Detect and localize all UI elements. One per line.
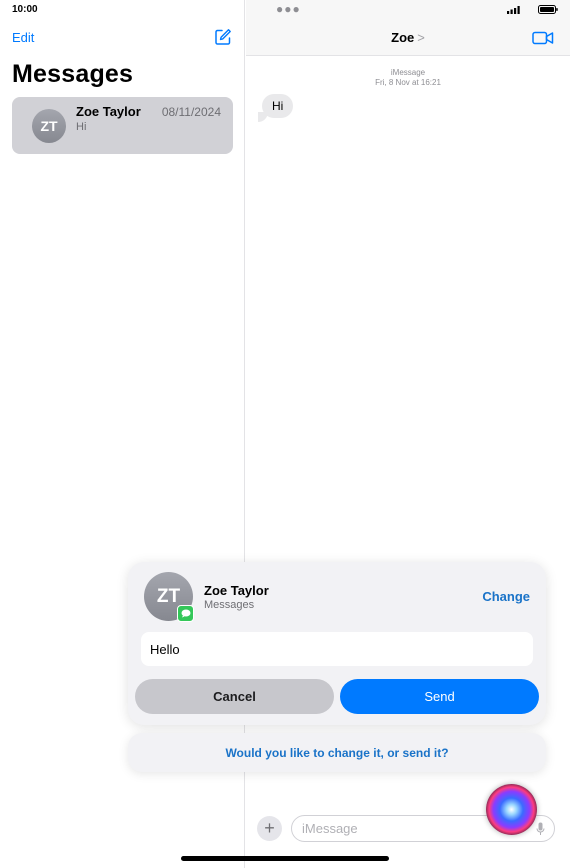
message-input-placeholder: iMessage: [302, 821, 358, 836]
conversation-preview: Hi: [76, 121, 87, 133]
message-service-label: iMessage: [390, 68, 426, 77]
siri-message-card: ZT Zoe Taylor Messages Change Hello Canc…: [128, 562, 546, 725]
siri-prompt: Would you like to change it, or send it?: [128, 733, 546, 772]
incoming-message-bubble[interactable]: Hi: [262, 94, 294, 118]
home-indicator[interactable]: [181, 856, 389, 861]
cancel-button[interactable]: Cancel: [135, 679, 334, 714]
status-time: 10:00: [12, 4, 38, 15]
recipient-name: Zoe Taylor: [204, 583, 269, 598]
chevron-right-icon: >: [417, 30, 425, 45]
plus-icon: +: [264, 818, 275, 838]
video-call-icon[interactable]: [532, 30, 554, 46]
siri-orb-icon[interactable]: [486, 784, 537, 835]
battery-icon: [538, 5, 558, 14]
conversation-name: Zoe Taylor: [76, 104, 141, 119]
add-attachment-button[interactable]: +: [257, 816, 282, 841]
conversation-date: 08/11/2024: [161, 105, 221, 119]
compose-icon[interactable]: [214, 28, 232, 46]
message-preview-field[interactable]: Hello: [141, 632, 533, 666]
app-name: Messages: [204, 599, 255, 611]
message-timestamp: Fri, 8 Nov at 16:21: [375, 78, 441, 87]
contact-name: Zoe: [391, 30, 415, 45]
signal-icon: [507, 6, 520, 14]
send-button[interactable]: Send: [340, 679, 539, 714]
chat-bubble-icon: [181, 609, 190, 618]
avatar: ZT: [32, 109, 66, 143]
edit-button[interactable]: Edit: [12, 30, 34, 45]
messages-app-icon: [177, 605, 194, 622]
page-title: Messages: [12, 60, 134, 88]
contact-title[interactable]: Zoe >: [246, 30, 570, 45]
multitasking-dots-icon[interactable]: ●●●: [276, 2, 301, 16]
change-recipient-button[interactable]: Change: [482, 589, 530, 604]
conversation-row[interactable]: ZT Zoe Taylor 08/11/2024 Hi: [12, 97, 233, 154]
microphone-icon[interactable]: [536, 822, 545, 836]
chat-header: ●●● Zoe >: [246, 0, 570, 56]
